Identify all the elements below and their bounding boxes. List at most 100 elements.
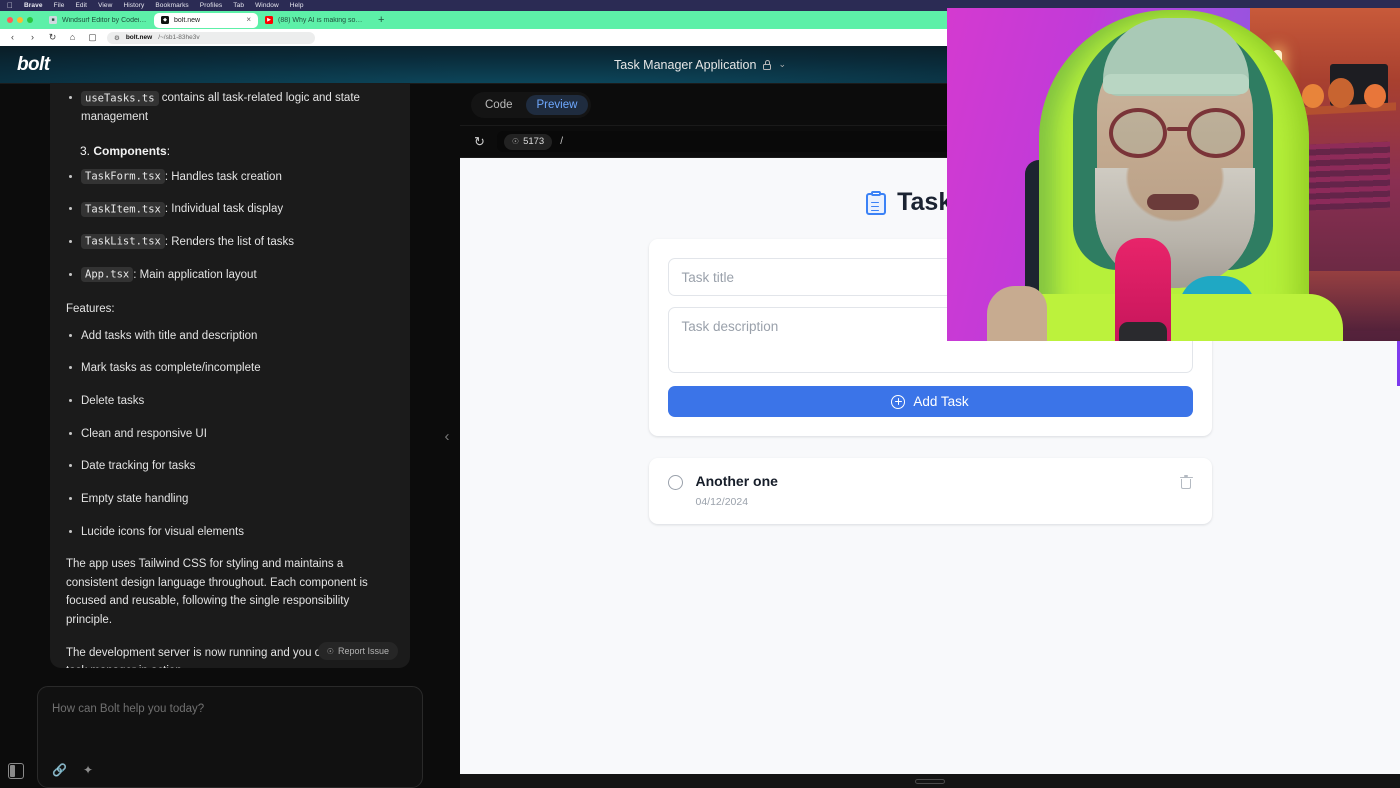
- features-list: Add tasks with title and description Mar…: [66, 327, 384, 541]
- chat-input-placeholder: How can Bolt help you today?: [52, 703, 205, 715]
- add-task-label: Add Task: [913, 394, 969, 409]
- menu-item-brave[interactable]: Brave: [24, 2, 43, 9]
- project-title-group[interactable]: Task Manager Application ⌄: [614, 58, 786, 72]
- bug-icon: ☉: [326, 646, 334, 656]
- menu-item-tab[interactable]: Tab: [233, 2, 244, 9]
- close-window-button[interactable]: [7, 17, 13, 23]
- tab-preview[interactable]: Preview: [525, 94, 589, 115]
- list-item: TaskForm.tsx: Handles task creation: [66, 168, 384, 187]
- menu-item-edit[interactable]: Edit: [75, 2, 87, 9]
- page-title: Task Manager Application: [614, 57, 757, 72]
- list-item-text: : Renders the list of tasks: [164, 235, 294, 248]
- components-list: TaskForm.tsx: Handles task creation Task…: [66, 168, 384, 285]
- lock-icon[interactable]: [763, 59, 772, 70]
- tab-title: bolt.new: [174, 16, 201, 24]
- collapse-chat-panel-button[interactable]: ‹: [434, 84, 460, 788]
- tab-title: (88) Why AI is making software ...: [278, 16, 363, 24]
- composer-tools: 🔗 ✦: [52, 764, 93, 776]
- reload-icon[interactable]: ↻: [47, 33, 58, 42]
- inline-code: TaskList.tsx: [81, 234, 165, 250]
- link-icon[interactable]: 🔗: [52, 764, 67, 776]
- webcam-video-overlay: [947, 8, 1400, 341]
- lens-left: [1109, 108, 1167, 158]
- menu-item-help[interactable]: Help: [290, 2, 304, 9]
- plus-circle-icon: [891, 394, 906, 409]
- composer-wrapper: How can Bolt help you today? 🔗 ✦: [0, 668, 460, 788]
- resize-handle[interactable]: [915, 778, 945, 784]
- port-icon: ☉: [511, 137, 520, 146]
- chevron-down-icon[interactable]: ⌄: [778, 60, 786, 69]
- youtube-icon: ▶: [265, 16, 273, 24]
- add-task-button[interactable]: Add Task: [667, 386, 1193, 417]
- glasses-bridge: [1167, 127, 1189, 131]
- list-item: Add tasks with title and description: [66, 327, 384, 346]
- tab-title: Windsurf Editor by Codeium: [62, 16, 147, 24]
- list-item: Clean and responsive UI: [66, 425, 384, 444]
- list-item: TaskItem.tsx: Individual task display: [66, 200, 384, 219]
- apple-menu-icon[interactable]: : [7, 1, 13, 10]
- new-tab-button[interactable]: +: [370, 14, 392, 26]
- menu-item-bookmarks[interactable]: Bookmarks: [155, 2, 188, 9]
- lens-right: [1187, 108, 1245, 158]
- section-heading-components: 3. Components:: [80, 142, 384, 161]
- mouth: [1147, 194, 1199, 210]
- circle-unchecked-icon[interactable]: [667, 475, 683, 490]
- inline-code: TaskItem.tsx: [81, 201, 165, 217]
- inline-code: App.tsx: [81, 267, 134, 283]
- tab-code[interactable]: Code: [474, 95, 524, 115]
- report-issue-label: Report Issue: [337, 646, 389, 656]
- omnibox[interactable]: ⚙ bolt.new /~/sb1-83he3v: [107, 31, 315, 44]
- menu-item-view[interactable]: View: [98, 2, 112, 9]
- menu-item-file[interactable]: File: [54, 2, 65, 9]
- view-mode-segmented-control: Code Preview: [471, 91, 592, 118]
- list-item-text: : Handles task creation: [164, 170, 282, 183]
- sidebar-panel-icon[interactable]: [8, 763, 24, 779]
- shelf-toy: [1364, 84, 1386, 108]
- reading-list-icon[interactable]: ▢: [87, 33, 98, 42]
- task-list-item[interactable]: Another one 04/12/2024: [648, 458, 1212, 524]
- close-tab-button[interactable]: ×: [246, 16, 251, 24]
- window-controls[interactable]: [0, 17, 42, 23]
- menu-item-profiles[interactable]: Profiles: [200, 2, 222, 9]
- maximize-window-button[interactable]: [27, 17, 33, 23]
- site-settings-icon[interactable]: ⚙: [114, 34, 120, 42]
- port-badge[interactable]: ☉ 5173: [503, 133, 553, 150]
- chat-panel: useTasks.ts contains all task-related lo…: [0, 84, 460, 788]
- task-date: 04/12/2024: [695, 496, 749, 508]
- screen:  Brave File Edit View History Bookmarks…: [0, 0, 1400, 788]
- microphone-base: [1119, 322, 1167, 341]
- windsurf-icon: ■: [49, 16, 57, 24]
- list-item-text: : Individual task display: [164, 203, 284, 216]
- back-icon[interactable]: ‹: [7, 33, 18, 42]
- list-item: Delete tasks: [66, 392, 384, 411]
- browser-tab-youtube[interactable]: ▶ (88) Why AI is making software ...: [258, 13, 370, 28]
- bolt-logo[interactable]: bolt: [17, 54, 50, 76]
- trash-icon[interactable]: [1179, 475, 1193, 489]
- shelf-toy: [1302, 84, 1324, 108]
- refresh-icon[interactable]: ↻: [474, 135, 485, 148]
- inline-code: TaskForm.tsx: [81, 169, 165, 185]
- task-content: Another one 04/12/2024: [696, 473, 1167, 508]
- list-item: TaskList.tsx: Renders the list of tasks: [66, 233, 384, 252]
- forward-icon[interactable]: ›: [27, 33, 38, 42]
- shelf-toy: [1328, 78, 1354, 108]
- browser-tab-bolt[interactable]: ◆ bolt.new ×: [154, 12, 258, 28]
- preview-bottom-bar: [460, 774, 1400, 788]
- minimize-window-button[interactable]: [17, 17, 23, 23]
- list-item-text: : Main application layout: [133, 268, 257, 281]
- assistant-message: useTasks.ts contains all task-related lo…: [50, 84, 410, 668]
- task-title: Another one: [695, 473, 778, 489]
- menu-item-window[interactable]: Window: [255, 2, 279, 9]
- menu-item-history[interactable]: History: [123, 2, 144, 9]
- features-heading: Features:: [66, 303, 115, 316]
- shoulder: [1003, 294, 1343, 341]
- list-item: App.tsx: Main application layout: [66, 266, 384, 285]
- report-issue-button[interactable]: ☉ Report Issue: [317, 642, 398, 660]
- sparkles-icon[interactable]: ✦: [83, 764, 93, 776]
- chat-input[interactable]: How can Bolt help you today? 🔗 ✦: [37, 686, 423, 788]
- home-icon[interactable]: ⌂: [67, 33, 78, 42]
- beanie-rim: [1103, 74, 1249, 94]
- list-item: useTasks.ts contains all task-related lo…: [66, 89, 384, 126]
- browser-tab-windsurf[interactable]: ■ Windsurf Editor by Codeium: [42, 13, 154, 28]
- paragraph: The app uses Tailwind CSS for styling an…: [66, 558, 368, 627]
